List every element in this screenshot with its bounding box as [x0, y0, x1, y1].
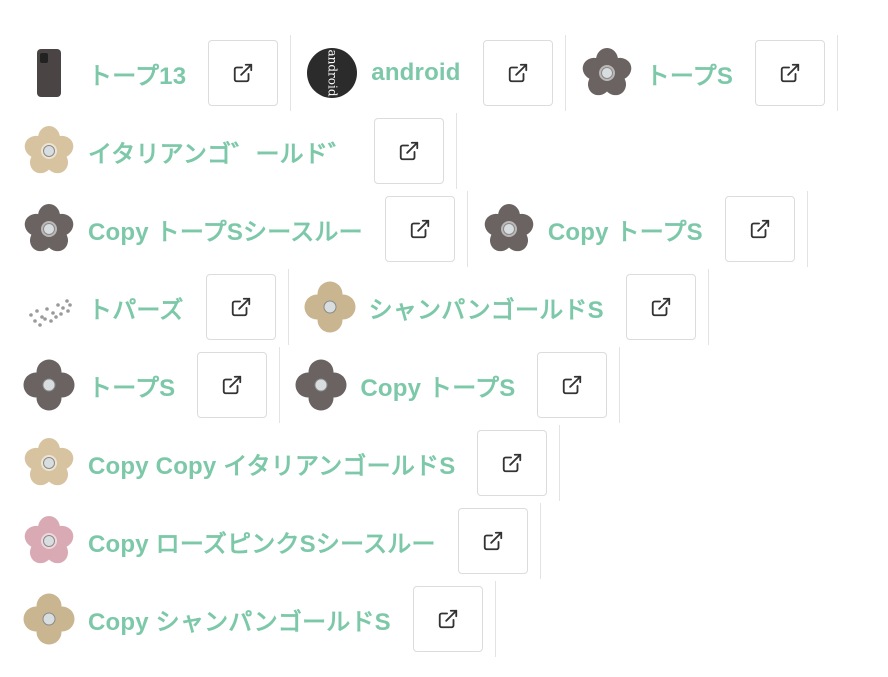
external-link-icon: [749, 218, 771, 240]
tag-label[interactable]: イタリアンゴ゛ールド゛: [88, 134, 352, 169]
tag-label[interactable]: シャンパンゴールドS: [369, 290, 604, 325]
tag-label[interactable]: Copy ローズピンクSシースルー: [88, 524, 436, 559]
tag-label[interactable]: Copy トープS: [548, 212, 703, 247]
tag-row: トパーズ シャンパンゴールドS: [22, 269, 709, 345]
tag-item: トープ13: [22, 35, 292, 111]
tag-label[interactable]: android: [371, 59, 460, 87]
open-external-button[interactable]: [412, 586, 483, 652]
tag-item: Copy Copy イタリアンゴールドS: [22, 425, 561, 501]
external-link-icon: [507, 62, 529, 84]
tag-label[interactable]: トープS: [88, 368, 175, 403]
external-link-icon: [561, 374, 583, 396]
external-link-icon: [650, 296, 672, 318]
external-link-icon: [482, 530, 504, 552]
phone-case-icon: [22, 46, 76, 100]
tag-label[interactable]: Copy トープS: [360, 368, 515, 403]
tag-item: android android: [291, 35, 566, 111]
open-external-button[interactable]: [477, 430, 548, 496]
open-external-button[interactable]: [755, 40, 826, 106]
tag-item: Copy トープS: [468, 191, 808, 267]
tag-row: Copy ローズピンクSシースルー: [22, 503, 541, 579]
open-external-button[interactable]: [374, 118, 445, 184]
external-link-icon: [437, 608, 459, 630]
flower-icon: [22, 124, 76, 178]
open-external-button[interactable]: [537, 352, 608, 418]
external-link-icon: [779, 62, 801, 84]
tag-row: Copy Copy イタリアンゴールドS: [22, 425, 561, 501]
tag-row: トープS Copy トープS: [22, 347, 621, 423]
tag-list: トープ13 android android トープS イタリアンゴ゛ールド゛ Copy ト…: [0, 0, 888, 677]
tag-row: Copy シャンパンゴールドS: [22, 581, 496, 657]
open-external-button[interactable]: [724, 196, 795, 262]
flower-icon: [482, 202, 536, 256]
clover-icon: [22, 592, 76, 646]
tag-label[interactable]: Copy Copy イタリアンゴールドS: [88, 446, 455, 481]
clover-icon: [22, 358, 76, 412]
tag-item: シャンパンゴールドS: [289, 269, 709, 345]
external-link-icon: [230, 296, 252, 318]
open-external-button[interactable]: [384, 196, 455, 262]
tag-label[interactable]: トープ13: [88, 56, 186, 91]
android-avatar-icon: android: [305, 46, 359, 100]
open-external-button[interactable]: [457, 508, 528, 574]
tag-item: トパーズ: [22, 269, 289, 345]
tag-item: Copy ローズピンクSシースルー: [22, 503, 541, 579]
tag-label[interactable]: Copy シャンパンゴールドS: [88, 602, 391, 637]
external-link-icon: [409, 218, 431, 240]
tag-item: Copy トープS: [280, 347, 621, 423]
external-link-icon: [501, 452, 523, 474]
open-external-button[interactable]: [625, 274, 696, 340]
external-link-icon: [398, 140, 420, 162]
tag-row: トープ13 android android トープS: [22, 35, 839, 111]
external-link-icon: [232, 62, 254, 84]
tag-label[interactable]: トパーズ: [88, 290, 184, 325]
tag-label[interactable]: トープS: [646, 56, 733, 91]
tag-item: Copy トープSシースルー: [22, 191, 468, 267]
svg-text:android: android: [326, 49, 340, 96]
tag-item: Copy シャンパンゴールドS: [22, 581, 496, 657]
tag-item: トープS: [566, 35, 839, 111]
tag-item: トープS: [22, 347, 281, 423]
clover-icon: [303, 280, 357, 334]
flower-icon: [22, 514, 76, 568]
open-external-button[interactable]: [208, 40, 279, 106]
flower-icon: [580, 46, 634, 100]
open-external-button[interactable]: [197, 352, 268, 418]
open-external-button[interactable]: [482, 40, 553, 106]
tag-row: イタリアンゴ゛ールド゛: [22, 113, 458, 189]
open-external-button[interactable]: [205, 274, 276, 340]
flower-icon: [22, 202, 76, 256]
rhinestone-scatter-icon: [22, 280, 76, 334]
tag-item: イタリアンゴ゛ールド゛: [22, 113, 458, 189]
clover-icon: [294, 358, 348, 412]
external-link-icon: [221, 374, 243, 396]
tag-label[interactable]: Copy トープSシースルー: [88, 212, 363, 247]
flower-icon: [22, 436, 76, 490]
tag-row: Copy トープSシースルー Copy トープS: [22, 191, 808, 267]
